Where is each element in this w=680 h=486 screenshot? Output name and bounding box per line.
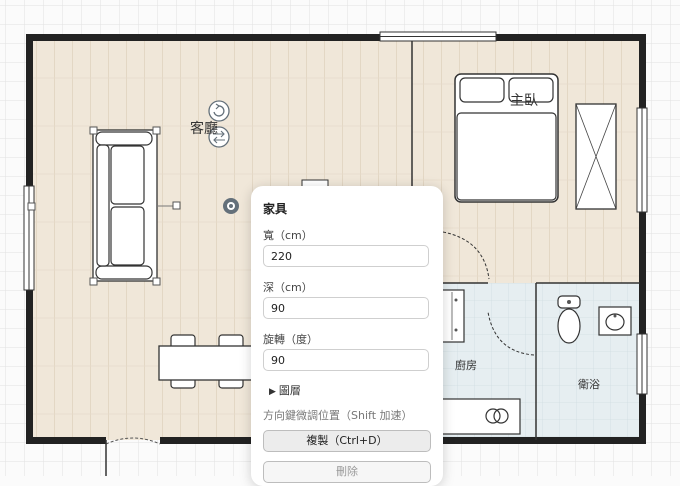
room-label-master-bedroom: 主臥 (510, 93, 538, 109)
depth-label: 深（cm） (263, 281, 313, 294)
room-label-bathroom: 衛浴 (578, 378, 600, 391)
room-label-kitchen: 廚房 (455, 358, 477, 372)
layers-label: 圖層 (278, 384, 301, 397)
sofa[interactable] (92, 129, 158, 282)
width-input[interactable] (263, 245, 429, 267)
panel-title: 家具 (263, 202, 288, 216)
rotate-icon[interactable] (208, 100, 230, 122)
layers-toggle[interactable]: ▶ 圖層 (269, 382, 301, 398)
width-label: 寬（cm） (263, 229, 313, 242)
depth-input[interactable] (263, 297, 429, 319)
rotation-input[interactable] (263, 349, 429, 371)
room-label-living: 客廳 (190, 120, 218, 137)
duplicate-button[interactable]: 複製（Ctrl+D） (263, 430, 431, 452)
delete-button[interactable]: 刪除 (263, 461, 431, 483)
wardrobe[interactable] (575, 103, 617, 210)
toilet[interactable] (557, 295, 581, 344)
nudge-hint: 方向鍵微調位置（Shift 加速） (263, 409, 413, 422)
furniture-properties-panel: 家具 寬（cm） 深（cm） 旋轉（度） ▶圖層 方向鍵微調位置（Shift 加… (251, 186, 443, 486)
triangle-right-icon: ▶ (269, 387, 276, 397)
rotation-label: 旋轉（度） (263, 333, 318, 346)
bed[interactable] (454, 73, 559, 203)
sink[interactable] (598, 306, 632, 336)
target-icon[interactable] (223, 198, 239, 214)
